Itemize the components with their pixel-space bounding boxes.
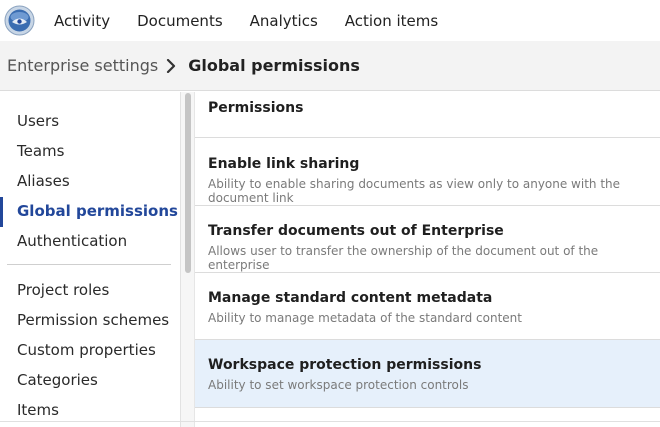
sidebar-item-aliases[interactable]: Aliases (17, 172, 70, 190)
scrollbar-thumb[interactable] (185, 93, 191, 273)
permission-row-link-sharing[interactable]: Enable link sharing Ability to enable sh… (195, 139, 660, 206)
permission-title: Transfer documents out of Enterprise (208, 223, 504, 239)
sidebar-item-users[interactable]: Users (17, 112, 59, 130)
sidebar-item-global-permissions[interactable]: Global permissions (17, 202, 178, 220)
breadcrumb: Enterprise settings Global permissions (0, 41, 660, 91)
sidebar-scrollbar[interactable] (181, 92, 195, 427)
sidebar-divider (7, 264, 171, 265)
permissions-panel: Permissions Enable link sharing Ability … (195, 92, 660, 427)
nav-analytics[interactable]: Analytics (250, 12, 318, 30)
breadcrumb-enterprise-settings[interactable]: Enterprise settings (7, 56, 158, 75)
chevron-right-icon (166, 58, 182, 74)
bottom-divider (0, 421, 660, 422)
top-navigation-bar: Activity Documents Analytics Action item… (0, 0, 660, 41)
permission-row-transfer-documents[interactable]: Transfer documents out of Enterprise All… (195, 206, 660, 273)
sidebar-item-teams[interactable]: Teams (17, 142, 64, 160)
nav-documents[interactable]: Documents (137, 12, 223, 30)
permission-title: Enable link sharing (208, 156, 360, 172)
permission-title: Manage standard content metadata (208, 290, 493, 306)
nav-action-items[interactable]: Action items (345, 12, 438, 30)
permission-description: Allows user to transfer the ownership of… (208, 244, 599, 272)
permission-title: Workspace protection permissions (208, 357, 482, 373)
permission-description: Ability to enable sharing documents as v… (208, 177, 621, 205)
panel-header: Permissions (195, 92, 660, 138)
page-title: Global permissions (188, 56, 360, 75)
active-indicator (0, 197, 3, 227)
main-nav: Activity Documents Analytics Action item… (54, 0, 465, 41)
permission-row-standard-content-metadata[interactable]: Manage standard content metadata Ability… (195, 273, 660, 340)
sidebar-item-categories[interactable]: Categories (17, 371, 98, 389)
settings-sidebar: Users Teams Aliases Global permissions A… (0, 92, 181, 427)
nav-activity[interactable]: Activity (54, 12, 110, 30)
sidebar-item-authentication[interactable]: Authentication (17, 232, 127, 250)
permission-description: Ability to manage metadata of the standa… (208, 311, 522, 325)
sidebar-item-permission-schemes[interactable]: Permission schemes (17, 311, 169, 329)
permission-row-workspace-protection[interactable]: Workspace protection permissions Ability… (195, 340, 660, 408)
sidebar-item-items[interactable]: Items (17, 401, 59, 419)
panel-title: Permissions (208, 100, 304, 116)
permission-description: Ability to set workspace protection cont… (208, 378, 469, 392)
sidebar-item-custom-properties[interactable]: Custom properties (17, 341, 156, 359)
sidebar-item-project-roles[interactable]: Project roles (17, 281, 109, 299)
app-logo-icon[interactable] (4, 5, 35, 36)
